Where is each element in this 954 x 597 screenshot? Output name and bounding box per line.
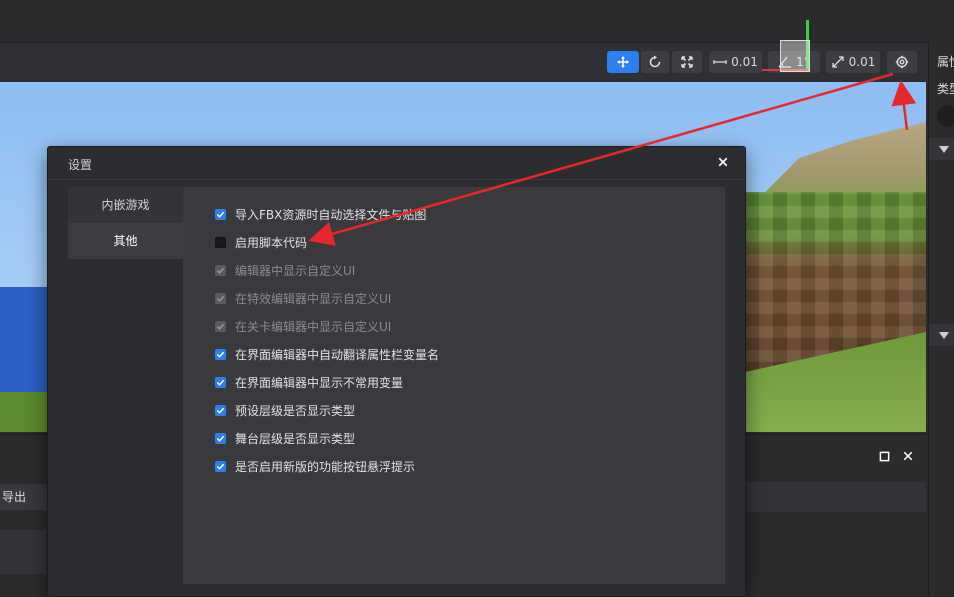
check-icon xyxy=(216,267,225,274)
move-snap-value: 0.01 xyxy=(731,55,758,69)
option-enable-script-code[interactable]: 启用脚本代码 xyxy=(215,232,307,252)
check-icon xyxy=(216,211,225,218)
option-label: 在特效编辑器中显示自定义UI xyxy=(235,291,392,306)
checkbox-checked[interactable] xyxy=(215,404,226,416)
dialog-header: 设置 xyxy=(48,147,745,180)
scale-icon xyxy=(681,56,693,68)
close-icon xyxy=(718,157,728,167)
option-label: 预设层级是否显示类型 xyxy=(235,403,356,418)
checkbox-unchecked[interactable] xyxy=(215,236,226,248)
settings-dialog: 设置 内嵌游戏 其他 导入FBX资源时自动选择文件与贴图 启用脚本代码 编辑器中… xyxy=(47,146,746,597)
option-editor-show-custom-ui: 编辑器中显示自定义UI xyxy=(215,260,355,280)
scale-tool-button[interactable] xyxy=(672,51,702,73)
close-icon[interactable] xyxy=(899,447,917,465)
properties-section-header-1[interactable] xyxy=(929,138,954,160)
check-icon xyxy=(216,295,225,302)
option-label: 在界面编辑器中显示不常用变量 xyxy=(235,375,404,390)
move-tool-button[interactable] xyxy=(607,51,639,73)
nav-item-label: 内嵌游戏 xyxy=(101,198,150,212)
chevron-down-icon xyxy=(939,146,949,153)
checkbox-checked[interactable] xyxy=(215,208,226,220)
move-snap-icon xyxy=(713,60,727,64)
properties-panel: 属性 类型 xyxy=(928,42,954,595)
scale-snap-icon xyxy=(831,56,844,68)
bottom-panel-toolbar xyxy=(745,482,926,512)
scale-snap-button[interactable]: 0.01 xyxy=(826,51,880,73)
type-label: 类型 xyxy=(937,82,954,96)
nav-item-embedded-game[interactable]: 内嵌游戏 xyxy=(68,187,183,223)
option-label: 编辑器中显示自定义UI xyxy=(235,263,356,278)
checkbox-checked[interactable] xyxy=(215,348,226,360)
dialog-title: 设置 xyxy=(68,158,93,172)
top-menu-bar xyxy=(0,0,954,43)
check-icon xyxy=(216,407,225,414)
rotate-tool-button[interactable] xyxy=(641,51,669,73)
option-label: 在关卡编辑器中显示自定义UI xyxy=(235,319,392,334)
option-label: 启用脚本代码 xyxy=(235,235,308,250)
option-stage-hierarchy-show-type[interactable]: 舞台层级是否显示类型 xyxy=(215,428,355,448)
checkbox-disabled xyxy=(215,292,226,304)
option-ui-editor-show-uncommon-vars[interactable]: 在界面编辑器中显示不常用变量 xyxy=(215,372,403,392)
properties-section-header-2[interactable] xyxy=(929,324,954,346)
move-snap-button[interactable]: 0.01 xyxy=(709,51,762,73)
checkbox-checked[interactable] xyxy=(215,460,226,472)
check-icon xyxy=(216,351,225,358)
maximize-icon[interactable] xyxy=(875,447,893,465)
settings-content: 导入FBX资源时自动选择文件与贴图 启用脚本代码 编辑器中显示自定义UI 在特效… xyxy=(183,187,725,584)
rotate-icon xyxy=(649,55,661,68)
option-level-editor-show-custom-ui: 在关卡编辑器中显示自定义UI xyxy=(215,316,391,336)
option-auto-select-fbx-textures[interactable]: 导入FBX资源时自动选择文件与贴图 xyxy=(215,204,426,224)
dialog-close-button[interactable] xyxy=(714,153,732,171)
settings-button[interactable] xyxy=(887,51,917,73)
option-label: 是否启用新版的功能按钮悬浮提示 xyxy=(235,459,416,474)
check-icon xyxy=(216,379,225,386)
export-tab-label: 导出 xyxy=(2,490,27,504)
check-icon xyxy=(216,323,225,330)
selected-object-gizmo[interactable] xyxy=(780,40,810,72)
checkbox-checked[interactable] xyxy=(215,376,226,388)
left-panel-item xyxy=(0,530,46,574)
settings-nav: 内嵌游戏 其他 xyxy=(68,187,183,589)
checkbox-disabled xyxy=(215,320,226,332)
move-icon xyxy=(617,56,629,68)
type-search-field[interactable] xyxy=(937,105,954,127)
option-effect-editor-show-custom-ui: 在特效编辑器中显示自定义UI xyxy=(215,288,391,308)
gear-icon xyxy=(895,55,909,69)
option-ui-editor-auto-translate[interactable]: 在界面编辑器中自动翻译属性栏变量名 xyxy=(215,344,439,364)
export-tab[interactable]: 导出 xyxy=(0,484,48,510)
option-label: 导入FBX资源时自动选择文件与贴图 xyxy=(235,207,427,222)
option-label: 在界面编辑器中自动翻译属性栏变量名 xyxy=(235,347,440,362)
nav-item-other[interactable]: 其他 xyxy=(68,223,183,259)
nav-item-label: 其他 xyxy=(113,234,138,248)
check-icon xyxy=(216,435,225,442)
option-preset-hierarchy-show-type[interactable]: 预设层级是否显示类型 xyxy=(215,400,355,420)
check-icon xyxy=(216,463,225,470)
scale-snap-value: 0.01 xyxy=(848,55,876,69)
option-label: 舞台层级是否显示类型 xyxy=(235,431,356,446)
option-new-button-tooltip[interactable]: 是否启用新版的功能按钮悬浮提示 xyxy=(215,456,415,476)
checkbox-checked[interactable] xyxy=(215,432,226,444)
properties-label: 属性 xyxy=(937,55,954,69)
chevron-down-icon xyxy=(939,332,949,339)
checkbox-disabled xyxy=(215,264,226,276)
